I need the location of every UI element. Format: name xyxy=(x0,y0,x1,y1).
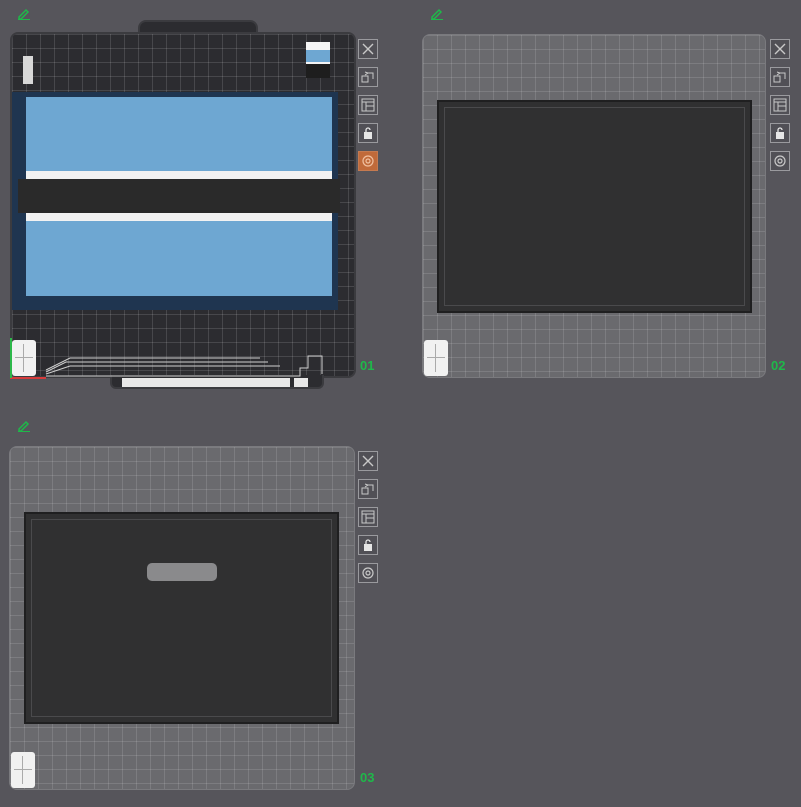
close-icon[interactable] xyxy=(358,451,378,471)
lock-icon[interactable] xyxy=(358,123,378,143)
edit-icon[interactable] xyxy=(17,418,31,432)
auto-arrange-icon[interactable] xyxy=(770,67,790,87)
plate-wiring xyxy=(45,355,323,377)
flag-thumbnail xyxy=(306,42,330,80)
edit-icon[interactable] xyxy=(17,6,31,20)
edit-icon[interactable] xyxy=(430,6,444,20)
plate-number: 03 xyxy=(360,770,375,785)
settings-icon[interactable] xyxy=(358,151,378,171)
close-icon[interactable] xyxy=(770,39,790,59)
plate-side-mark xyxy=(23,56,33,84)
plate-number: 02 xyxy=(771,358,786,373)
plate-label-logo xyxy=(294,378,308,387)
close-icon[interactable] xyxy=(358,39,378,59)
settings-icon[interactable] xyxy=(770,151,790,171)
lock-icon[interactable] xyxy=(358,535,378,555)
empty-frame-model[interactable] xyxy=(24,512,339,724)
layout-icon[interactable] xyxy=(770,95,790,115)
flag-stripe-top xyxy=(26,97,332,171)
auto-arrange-icon[interactable] xyxy=(358,479,378,499)
plate-number: 01 xyxy=(360,358,375,373)
layout-icon[interactable] xyxy=(358,507,378,527)
flag-stripe-white xyxy=(26,213,332,221)
empty-frame-model[interactable] xyxy=(437,100,752,313)
plate-01[interactable] xyxy=(10,20,356,390)
layout-icon[interactable] xyxy=(358,95,378,115)
x-axis xyxy=(10,377,46,379)
flag-stripe-black xyxy=(18,179,340,213)
plate-type-badge xyxy=(11,752,35,788)
plate-type-badge xyxy=(424,340,448,376)
plate-type-badge xyxy=(12,340,36,376)
flag-stripe-bottom xyxy=(26,221,332,296)
plate-label xyxy=(122,378,290,387)
flag-model[interactable] xyxy=(12,92,340,310)
flag-stripe-white xyxy=(26,171,332,179)
settings-icon[interactable] xyxy=(358,563,378,583)
auto-arrange-icon[interactable] xyxy=(358,67,378,87)
connector-part[interactable] xyxy=(147,563,217,581)
lock-icon[interactable] xyxy=(770,123,790,143)
